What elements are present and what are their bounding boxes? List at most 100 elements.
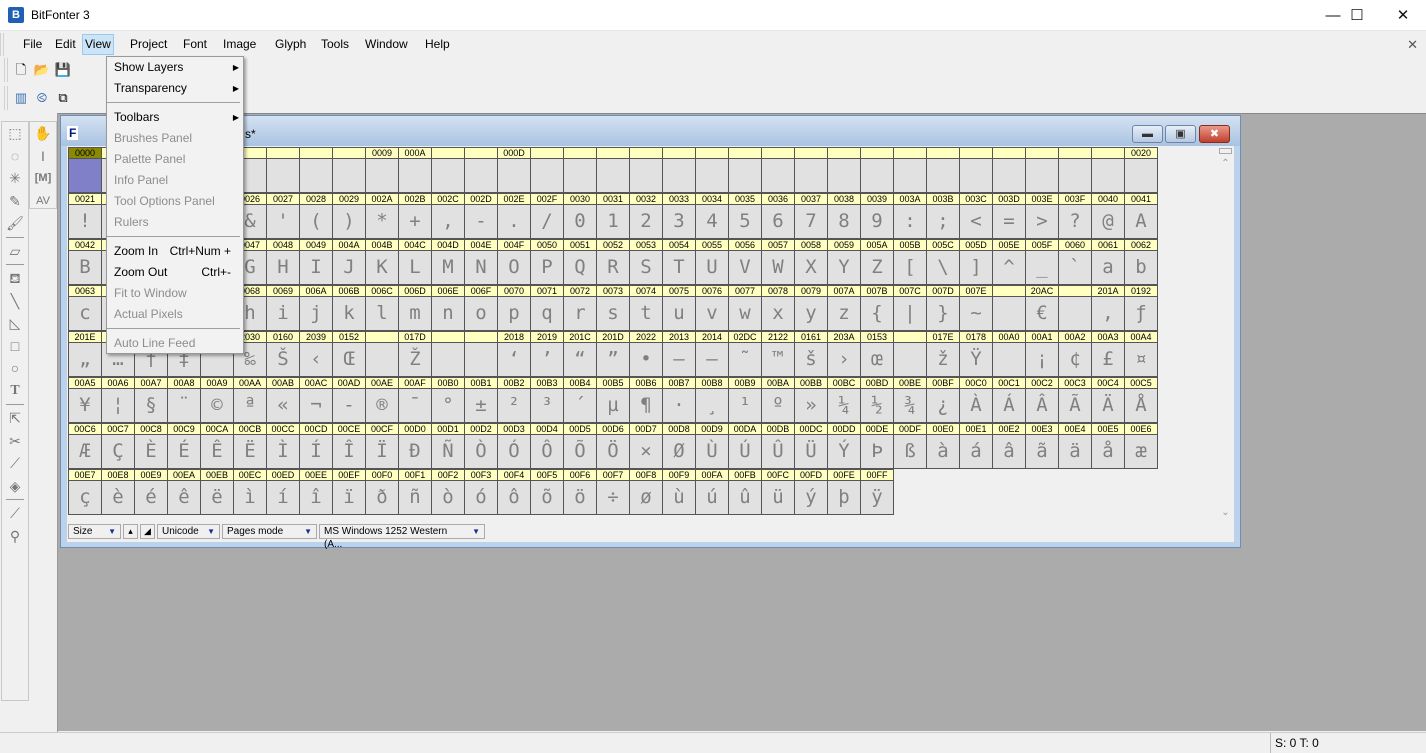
glyph-cell[interactable] — [629, 158, 663, 193]
glyph-cell[interactable]: È — [134, 434, 168, 469]
glyph-cell[interactable] — [794, 158, 828, 193]
glyph-cell[interactable]: á — [959, 434, 993, 469]
glyph-cell[interactable] — [431, 342, 465, 377]
glyph-cell[interactable]: s — [596, 296, 630, 331]
glyph-cell[interactable]: ™ — [761, 342, 795, 377]
glyph-cell[interactable]: 3 — [662, 204, 696, 239]
glyph-cell[interactable]: ; — [926, 204, 960, 239]
glyph-cell[interactable]: | — [893, 296, 927, 331]
glyph-cell[interactable] — [596, 158, 630, 193]
glyph-cell[interactable]: Ü — [794, 434, 828, 469]
hand-icon[interactable]: ✋ — [30, 122, 56, 145]
menu-help[interactable]: Help — [422, 37, 453, 51]
glyph-cell[interactable]: » — [794, 388, 828, 423]
glyph-cell[interactable] — [563, 158, 597, 193]
glyph-cell[interactable] — [728, 158, 762, 193]
menu-glyph[interactable]: Glyph — [272, 37, 309, 51]
glyph-cell[interactable]: Ò — [464, 434, 498, 469]
glyph-cell[interactable]: : — [893, 204, 927, 239]
glyph-cell[interactable]: ¨ — [167, 388, 201, 423]
glyph-cell[interactable]: ´ — [563, 388, 597, 423]
glyph-cell[interactable]: ð — [365, 480, 399, 515]
glyph-cell[interactable] — [398, 158, 432, 193]
glyph-cell[interactable]: ? — [1058, 204, 1092, 239]
menu-edit[interactable]: Edit — [52, 37, 79, 51]
line-icon[interactable]: ╲ — [2, 290, 28, 313]
glyph-cell[interactable]: ± — [464, 388, 498, 423]
glyph-cell[interactable]: A — [1124, 204, 1158, 239]
glyph-cell[interactable]: @ — [1091, 204, 1125, 239]
glyph-cell[interactable]: i — [266, 296, 300, 331]
glyph-cell[interactable] — [1058, 158, 1092, 193]
brush-icon[interactable]: 🖌 — [2, 212, 28, 235]
glyph-cell[interactable]: n — [431, 296, 465, 331]
glyph-cell[interactable]: ¢ — [1058, 342, 1092, 377]
glyph-cell[interactable]: ® — [365, 388, 399, 423]
glyph-cell[interactable]: œ — [860, 342, 894, 377]
save-icon[interactable]: 💾 — [54, 61, 72, 79]
glyph-cell[interactable]: t — [629, 296, 663, 331]
glyph-cell[interactable] — [464, 342, 498, 377]
rectangle-icon[interactable]: □ — [2, 335, 28, 358]
glyph-cell[interactable]: Á — [992, 388, 1026, 423]
menu-item-transparency[interactable]: Transparency ▶ — [107, 78, 243, 99]
glyph-cell[interactable]: è — [101, 480, 135, 515]
glyph-cell[interactable] — [464, 158, 498, 193]
glyph-cell[interactable] — [992, 296, 1026, 331]
glyph-cell[interactable]: Û — [761, 434, 795, 469]
glyph-cell[interactable]: ÿ — [860, 480, 894, 515]
glyph-cell[interactable]: í — [266, 480, 300, 515]
glyph-cell[interactable]: - — [464, 204, 498, 239]
glyph-cell[interactable]: þ — [827, 480, 861, 515]
glyph-cell[interactable]: ] — [959, 250, 993, 285]
glyph-cell[interactable] — [959, 158, 993, 193]
small-glyphs-icon[interactable]: ▴ — [123, 524, 138, 539]
glyph-cell[interactable]: ä — [1058, 434, 1092, 469]
glyph-cell[interactable]: • — [629, 342, 663, 377]
glyph-cell[interactable]: 8 — [827, 204, 861, 239]
glyph-cell[interactable]: z — [827, 296, 861, 331]
glyph-cell[interactable]: c — [68, 296, 102, 331]
glyph-cell[interactable]: ê — [167, 480, 201, 515]
glyph-cell[interactable]: Ã — [1058, 388, 1092, 423]
glyph-cell[interactable]: ù — [662, 480, 696, 515]
glyph-cell[interactable]: ¤ — [1124, 342, 1158, 377]
move-icon[interactable]: ⇱ — [2, 407, 28, 430]
glyph-cell[interactable]: ó — [464, 480, 498, 515]
glyph-cell[interactable]: å — [1091, 434, 1125, 469]
eyedropper-icon[interactable]: ⟋ — [2, 502, 28, 525]
glyph-cell[interactable]: Ž — [398, 342, 432, 377]
glyph-cell[interactable]: ¡ — [1025, 342, 1059, 377]
glyph-cell[interactable]: Å — [1124, 388, 1158, 423]
glyph-cell[interactable]: É — [167, 434, 201, 469]
glyph-cell[interactable]: é — [134, 480, 168, 515]
glyph-cell[interactable]: K — [365, 250, 399, 285]
glyph-cell[interactable]: S — [629, 250, 663, 285]
glyph-cell[interactable]: N — [464, 250, 498, 285]
glyph-cell[interactable]: 9 — [860, 204, 894, 239]
glyph-cell[interactable]: Œ — [332, 342, 366, 377]
glyph-cell[interactable]: ¼ — [827, 388, 861, 423]
mode-dropdown[interactable]: Pages mode ▼ — [222, 524, 317, 539]
glyph-cell[interactable]: Ú — [728, 434, 762, 469]
glyph-cell[interactable]: m — [398, 296, 432, 331]
glyph-cell[interactable]: 0 — [563, 204, 597, 239]
glyph-cell[interactable]: ` — [1058, 250, 1092, 285]
eraser-icon[interactable]: ▱ — [2, 240, 28, 263]
glyph-cell[interactable]: * — [365, 204, 399, 239]
glyph-cell[interactable]: À — [959, 388, 993, 423]
glyph-cell[interactable]: Ì — [266, 434, 300, 469]
glyph-cell[interactable]: 6 — [761, 204, 795, 239]
glyph-cell[interactable]: — — [695, 342, 729, 377]
glyph-cell[interactable]: ö — [563, 480, 597, 515]
glyph-cell[interactable]: ³ — [530, 388, 564, 423]
scroll-down-icon[interactable]: ⌄ — [1217, 507, 1234, 518]
glyph-cell[interactable]: [ — [893, 250, 927, 285]
glyph-cell[interactable]: Õ — [563, 434, 597, 469]
glyph-cell[interactable]: µ — [596, 388, 630, 423]
menu-font[interactable]: Font — [180, 37, 210, 51]
glyph-cell[interactable]: , — [431, 204, 465, 239]
glyph-cell[interactable]: { — [860, 296, 894, 331]
glyph-cell[interactable]: ß — [893, 434, 927, 469]
menu-tools[interactable]: Tools — [318, 37, 352, 51]
